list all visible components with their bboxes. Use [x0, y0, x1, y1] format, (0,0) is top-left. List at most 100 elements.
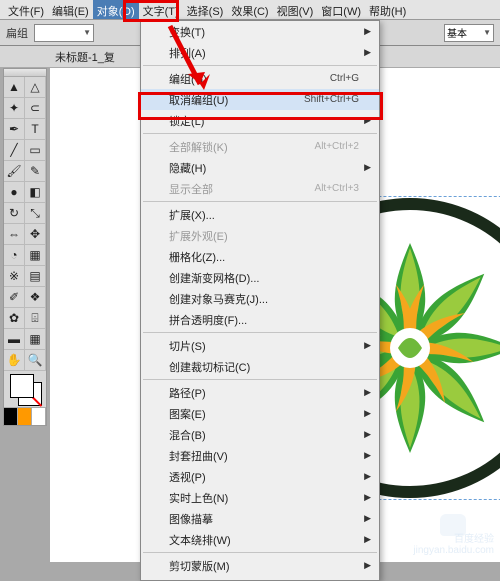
menu-item[interactable]: 编组(G)Ctrl+G — [141, 68, 379, 89]
submenu-arrow-icon: ▶ — [364, 26, 371, 37]
menu-item: 扩展外观(E) — [141, 225, 379, 246]
tool-hand[interactable]: ✋ — [4, 350, 25, 371]
tool-paintbrush[interactable]: 🖌 — [4, 161, 25, 182]
menu-item-label: 变换(T) — [169, 24, 205, 40]
tool-pen[interactable]: ✒ — [4, 119, 25, 140]
tool-gradient[interactable]: ▤ — [25, 266, 46, 287]
menu-effect[interactable]: 效果(C) — [227, 0, 272, 19]
menu-item[interactable]: 透视(P)▶ — [141, 466, 379, 487]
fill-swatch[interactable] — [10, 374, 34, 398]
menu-item-label: 锁定(L) — [169, 113, 204, 129]
submenu-arrow-icon: ▶ — [364, 450, 371, 461]
menu-item[interactable]: 隐藏(H)▶ — [141, 157, 379, 178]
menu-item-label: 混合(B) — [169, 427, 206, 443]
submenu-arrow-icon: ▶ — [364, 162, 371, 173]
tool-artboard[interactable]: ▬ — [4, 329, 25, 350]
menu-select[interactable]: 选择(S) — [183, 0, 228, 19]
fill-stroke-control[interactable] — [4, 371, 46, 407]
tool-line[interactable]: ╱ — [4, 140, 25, 161]
tool-free-transform[interactable]: ✥ — [25, 224, 46, 245]
submenu-arrow-icon: ▶ — [364, 387, 371, 398]
menu-item-label: 文本绕排(W) — [169, 532, 231, 548]
menu-item[interactable]: 创建对象马赛克(J)... — [141, 288, 379, 309]
panel-grip[interactable] — [4, 69, 46, 77]
menu-item[interactable]: 变换(T) ▶ — [141, 21, 379, 42]
menu-item[interactable]: 混合(B) ▶ — [141, 424, 379, 445]
menu-item[interactable]: 实时上色(N)▶ — [141, 487, 379, 508]
menu-item[interactable]: 扩展(X)... — [141, 204, 379, 225]
tool-shape-builder[interactable]: ◔ — [4, 245, 25, 266]
document-tab[interactable]: 未标题-1_复 — [55, 49, 115, 65]
tool-direct-selection[interactable]: △ — [25, 77, 46, 98]
tool-eraser[interactable]: ◧ — [25, 182, 46, 203]
swatch-black[interactable] — [4, 408, 18, 425]
menu-separator — [143, 552, 377, 553]
tool-lasso[interactable]: ⊂ — [25, 98, 46, 119]
menu-item[interactable]: 拼合透明度(F)... — [141, 309, 379, 330]
swatch-orange[interactable] — [18, 408, 32, 425]
menu-object[interactable]: 对象(O) — [93, 0, 139, 19]
tool-perspective-grid[interactable]: ▦ — [25, 245, 46, 266]
menu-file[interactable]: 文件(F) — [4, 0, 48, 19]
submenu-arrow-icon: ▶ — [364, 513, 371, 524]
tool-magic-wand[interactable]: ✦ — [4, 98, 25, 119]
menu-item-label: 封套扭曲(V) — [169, 448, 228, 464]
menu-item[interactable]: 剪切蒙版(M)▶ — [141, 555, 379, 576]
menu-item[interactable]: 切片(S) ▶ — [141, 335, 379, 356]
watermark-line1: 百度经验 — [413, 530, 494, 545]
style-select[interactable]: 基本 ▼ — [444, 24, 494, 42]
menu-item[interactable]: 取消编组(U)Shift+Ctrl+G — [141, 89, 379, 110]
tool-rotate[interactable]: ↻ — [4, 203, 25, 224]
tool-type[interactable]: T — [25, 119, 46, 140]
menu-item-label: 拼合透明度(F)... — [169, 312, 247, 328]
menu-item[interactable]: 栅格化(Z)... — [141, 246, 379, 267]
menu-item-label: 创建对象马赛克(J)... — [169, 291, 268, 307]
menu-item-label: 栅格化(Z)... — [169, 249, 225, 265]
tools-panel: ▲△✦⊂✒T╱▭🖌✎●◧↻⤡⇔✥◔▦※▤✐❖✿⌹▬▦✋🔍 — [0, 68, 50, 426]
menu-item[interactable]: 封套扭曲(V) ▶ — [141, 445, 379, 466]
submenu-arrow-icon: ▶ — [364, 340, 371, 351]
menu-item-label: 图像描摹 — [169, 511, 213, 527]
menu-item-label: 切片(S) — [169, 338, 206, 354]
menu-item: 全部解锁(K)Alt+Ctrl+2 — [141, 136, 379, 157]
menu-item-label: 图案(E) — [169, 406, 206, 422]
tool-blend[interactable]: ❖ — [25, 287, 46, 308]
swatch-white[interactable] — [32, 408, 46, 425]
menu-item: 显示全部Alt+Ctrl+3 — [141, 178, 379, 199]
submenu-arrow-icon: ▶ — [364, 429, 371, 440]
menu-item-label: 剪切蒙版(M) — [169, 558, 230, 574]
submenu-arrow-icon: ▶ — [364, 47, 371, 58]
menu-item[interactable]: 图像描摹 ▶ — [141, 508, 379, 529]
tool-scale[interactable]: ⤡ — [25, 203, 46, 224]
menu-item[interactable]: 创建渐变网格(D)... — [141, 267, 379, 288]
menu-item[interactable]: 图案(E)▶ — [141, 403, 379, 424]
menu-edit[interactable]: 编辑(E) — [48, 0, 93, 19]
color-mode-row — [4, 407, 46, 425]
tool-slice[interactable]: ▦ — [25, 329, 46, 350]
tool-selection[interactable]: ▲ — [4, 77, 25, 98]
tool-zoom[interactable]: 🔍 — [25, 350, 46, 371]
opacity-select[interactable]: ▼ — [34, 24, 94, 42]
submenu-arrow-icon: ▶ — [364, 471, 371, 482]
tool-blob-brush[interactable]: ● — [4, 182, 25, 203]
menu-item[interactable]: 锁定(L)▶ — [141, 110, 379, 131]
menu-window[interactable]: 窗口(W) — [317, 0, 365, 19]
menu-item[interactable]: 创建裁切标记(C) — [141, 356, 379, 377]
menu-type[interactable]: 文字(T) — [139, 0, 183, 19]
tool-width[interactable]: ⇔ — [4, 224, 25, 245]
menu-item[interactable]: 路径(P)▶ — [141, 382, 379, 403]
tool-eyedropper[interactable]: ✐ — [4, 287, 25, 308]
menu-shortcut: Alt+Ctrl+3 — [315, 183, 359, 194]
tool-symbol-sprayer[interactable]: ✿ — [4, 308, 25, 329]
menu-help[interactable]: 帮助(H) — [365, 0, 410, 19]
tool-rectangle[interactable]: ▭ — [25, 140, 46, 161]
menu-item-label: 编组(G) — [169, 71, 207, 87]
menu-item-label: 创建裁切标记(C) — [169, 359, 250, 375]
menu-item-label: 实时上色(N) — [169, 490, 228, 506]
menu-item[interactable]: 排列(A)▶ — [141, 42, 379, 63]
tool-mesh[interactable]: ※ — [4, 266, 25, 287]
menu-view[interactable]: 视图(V) — [273, 0, 318, 19]
tool-pencil[interactable]: ✎ — [25, 161, 46, 182]
menu-item[interactable]: 文本绕排(W)▶ — [141, 529, 379, 550]
tool-graph[interactable]: ⌹ — [25, 308, 46, 329]
